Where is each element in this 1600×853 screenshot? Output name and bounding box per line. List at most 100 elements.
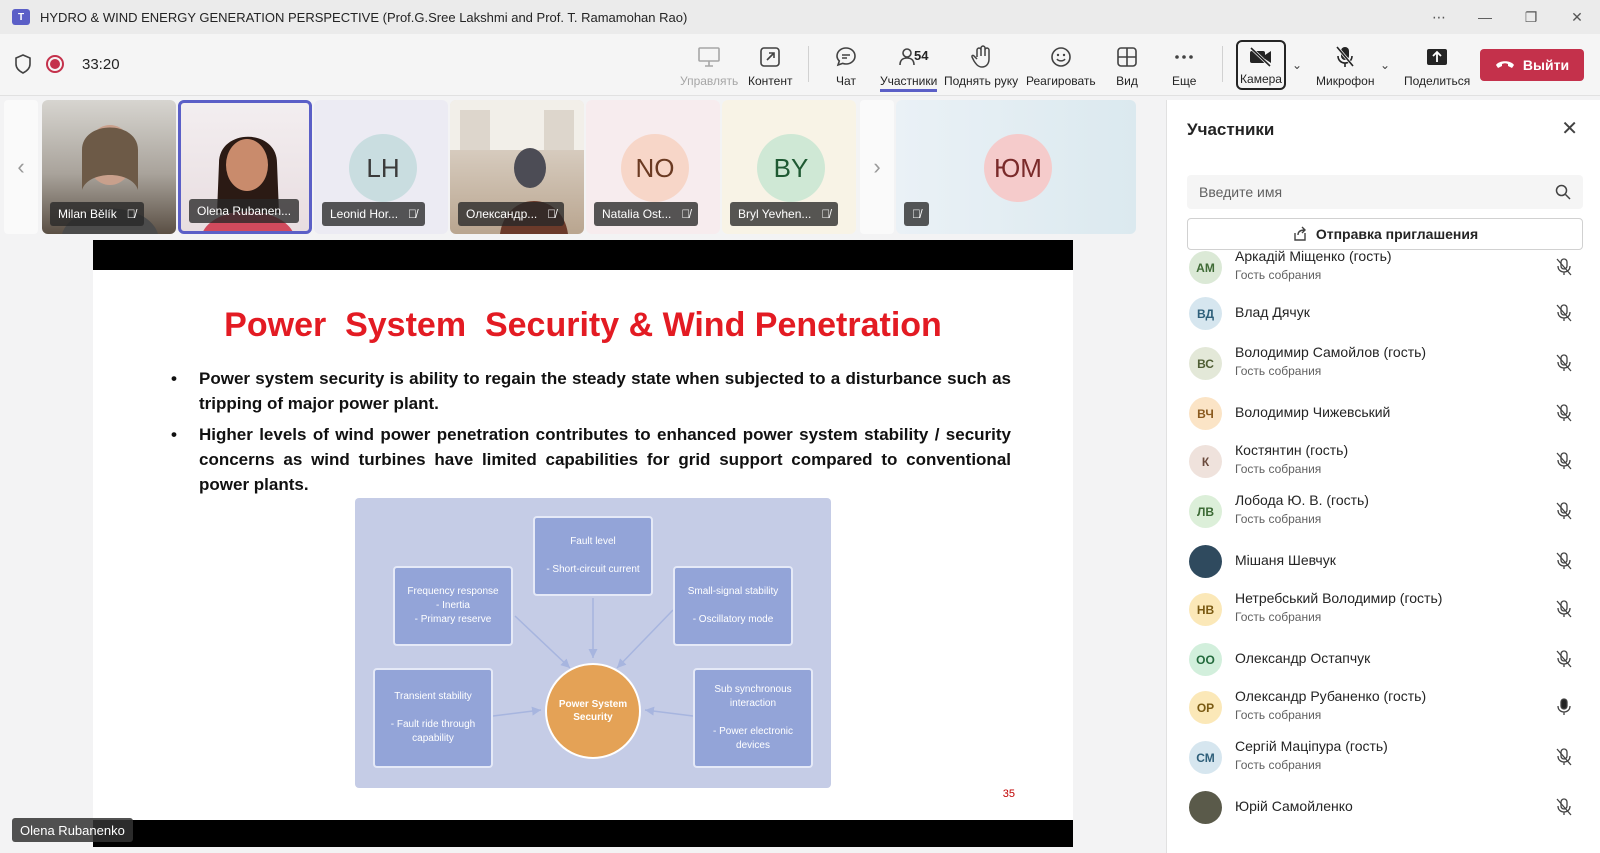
- participants-label: Участники: [880, 74, 938, 88]
- mic-off-icon[interactable]: [1555, 748, 1573, 766]
- participant-row[interactable]: ВЧ Володимир Чижевський: [1167, 388, 1600, 438]
- microphone-label: Микрофон: [1316, 74, 1375, 88]
- more-button[interactable]: Еще: [1172, 40, 1196, 92]
- participant-row[interactable]: АМ Аркадій Міщенко (гость) Гость собрания: [1167, 250, 1600, 292]
- participant-name: Мішаня Шевчук: [1235, 552, 1336, 568]
- search-input[interactable]: [1199, 184, 1555, 200]
- search-icon[interactable]: [1555, 184, 1571, 200]
- share-button[interactable]: Поделиться: [1404, 40, 1470, 92]
- diagram-box-title: Frequency response: [407, 586, 499, 597]
- participant-row[interactable]: НВ Нетребський Володимир (гость) Гость соб…: [1167, 584, 1600, 634]
- participant-row[interactable]: ВД Влад Дячук: [1167, 288, 1600, 338]
- participant-name: Олександр Рубаненко (гость): [1235, 688, 1427, 704]
- meeting-timer: 33:20: [82, 55, 120, 73]
- video-tile-selected[interactable]: Olena Rubanen...: [178, 100, 312, 234]
- participant-role: Гость собрания: [1235, 512, 1322, 526]
- panel-title: Участники: [1187, 120, 1275, 139]
- mic-on-icon[interactable]: [1555, 698, 1573, 716]
- react-button[interactable]: Реагировать: [1026, 40, 1096, 92]
- raise-hand-button[interactable]: Поднять руку: [944, 40, 1018, 92]
- hand-icon: [969, 44, 993, 70]
- mic-off-icon[interactable]: [1555, 404, 1573, 422]
- shield-icon[interactable]: [14, 54, 32, 74]
- mic-off-icon: 🎙̸: [547, 207, 557, 221]
- video-tile[interactable]: NO Natalia Ost... 🎙̸: [586, 100, 720, 234]
- send-invite-button[interactable]: Отправка приглашения: [1187, 218, 1583, 250]
- mic-off-icon[interactable]: [1555, 798, 1573, 816]
- video-tile[interactable]: BY Bryl Yevhen... 🎙̸: [722, 100, 856, 234]
- camera-button[interactable]: Камера: [1236, 40, 1286, 90]
- strip-next-chevron-icon[interactable]: ›: [860, 100, 894, 234]
- microphone-button[interactable]: Микрофон: [1316, 40, 1374, 92]
- close-icon[interactable]: ✕: [1561, 116, 1578, 141]
- video-tile[interactable]: Milan Bělík 🎙̸: [42, 100, 176, 234]
- slide-bullets: Power system security is ability to rega…: [171, 366, 1011, 503]
- toolbar-divider: [808, 46, 809, 82]
- camera-label: Камера: [1240, 72, 1282, 86]
- participant-avatar: ЮМ: [984, 134, 1052, 202]
- participant-row[interactable]: ОР Олександр Рубаненко (гость) Гость собра…: [1167, 682, 1600, 732]
- mic-off-icon[interactable]: [1555, 552, 1573, 570]
- participant-name: Володимир Чижевський: [1235, 404, 1391, 420]
- monitor-icon: [697, 44, 721, 70]
- diagram-box-fault-level: Fault level - Short-circuit current: [533, 516, 653, 596]
- view-button[interactable]: Вид: [1115, 40, 1139, 92]
- grid-icon: [1115, 44, 1139, 70]
- manage-button[interactable]: Управлять: [680, 40, 738, 92]
- participant-row[interactable]: ЛВ Лобода Ю. В. (гость) Гость собрания: [1167, 486, 1600, 536]
- participant-avatar: СМ: [1189, 741, 1222, 774]
- mic-options-chevron-icon[interactable]: ⌄: [1380, 58, 1390, 72]
- participant-avatar: [1189, 545, 1222, 578]
- more-options-icon[interactable]: ⋯: [1416, 0, 1462, 34]
- participant-name: Olena Rubanen...: [197, 204, 292, 218]
- manage-label: Управлять: [680, 74, 739, 88]
- camera-options-chevron-icon[interactable]: ⌄: [1292, 58, 1302, 72]
- participant-row[interactable]: ВС Володимир Самойлов (гость) Гость собран…: [1167, 338, 1600, 388]
- participant-name: Milan Bělík: [58, 207, 117, 221]
- participant-name: Володимир Самойлов (гость): [1235, 344, 1427, 360]
- mic-off-icon[interactable]: [1555, 502, 1573, 520]
- participant-name: Юрій Самойленко: [1235, 798, 1353, 814]
- chat-button[interactable]: Чат: [834, 40, 858, 92]
- meeting-status: 33:20: [14, 54, 120, 74]
- mic-off-icon[interactable]: [1555, 354, 1573, 372]
- participants-button[interactable]: Участники: [880, 40, 938, 92]
- participant-nametag: 🎙̸: [904, 202, 929, 226]
- participant-role: Гость собрания: [1235, 610, 1322, 624]
- video-strip: ‹ Milan Bělík 🎙̸ Olena Rubanen... LH Leon…: [4, 100, 1164, 236]
- video-tile-wide[interactable]: ЮМ 🎙̸: [896, 100, 1136, 234]
- participant-name: Bryl Yevhen...: [738, 207, 812, 221]
- participant-row[interactable]: ОО Олександр Остапчук: [1167, 634, 1600, 684]
- participant-row[interactable]: К Костянтин (гость) Гость собрания: [1167, 436, 1600, 486]
- diagram-box-small-signal: Small-signal stability - Oscillatory mod…: [673, 566, 793, 646]
- camera-off-icon: [1248, 45, 1274, 69]
- participant-name: Костянтин (гость): [1235, 442, 1349, 458]
- diagram-box-frequency-response: Frequency response - Inertia - Primary r…: [393, 566, 513, 646]
- mic-off-icon[interactable]: [1555, 600, 1573, 618]
- close-icon[interactable]: ✕: [1554, 0, 1600, 34]
- participant-row[interactable]: Мішаня Шевчук: [1167, 536, 1600, 586]
- title-bar: T HYDRO & WIND ENERGY GENERATION PERSPEC…: [0, 0, 1600, 34]
- video-tile[interactable]: LH Leonid Hor... 🎙̸: [314, 100, 448, 234]
- video-tile[interactable]: Олександр... 🎙̸: [450, 100, 584, 234]
- strip-prev-chevron-icon[interactable]: ‹: [4, 100, 38, 234]
- mic-off-icon[interactable]: [1555, 650, 1573, 668]
- minimize-icon[interactable]: —: [1462, 0, 1508, 34]
- content-button[interactable]: Контент: [748, 40, 792, 92]
- presentation-slide: Power System Security & Wind Penetration…: [93, 270, 1073, 820]
- participant-row[interactable]: Юрій Самойленко: [1167, 782, 1600, 832]
- participant-name: Влад Дячук: [1235, 304, 1310, 320]
- mic-off-icon: 🎙̸: [821, 207, 831, 221]
- participant-avatar: ОО: [1189, 643, 1222, 676]
- mic-off-icon[interactable]: [1555, 452, 1573, 470]
- participant-row[interactable]: СМ Сергій Маціпура (гость) Гость собрания: [1167, 732, 1600, 782]
- restore-icon[interactable]: ❐: [1508, 0, 1554, 34]
- mic-off-icon[interactable]: [1555, 304, 1573, 322]
- toolbar-divider: [1222, 46, 1223, 82]
- participant-name: Сергій Маціпура (гость): [1235, 738, 1388, 754]
- participant-avatar: АМ: [1189, 251, 1222, 284]
- participant-role: Гость собрания: [1235, 462, 1322, 476]
- mic-off-icon[interactable]: [1555, 258, 1573, 276]
- diagram-box-transient-stability: Transient stability - Fault ride through…: [373, 668, 493, 768]
- leave-button[interactable]: Выйти: [1480, 49, 1584, 81]
